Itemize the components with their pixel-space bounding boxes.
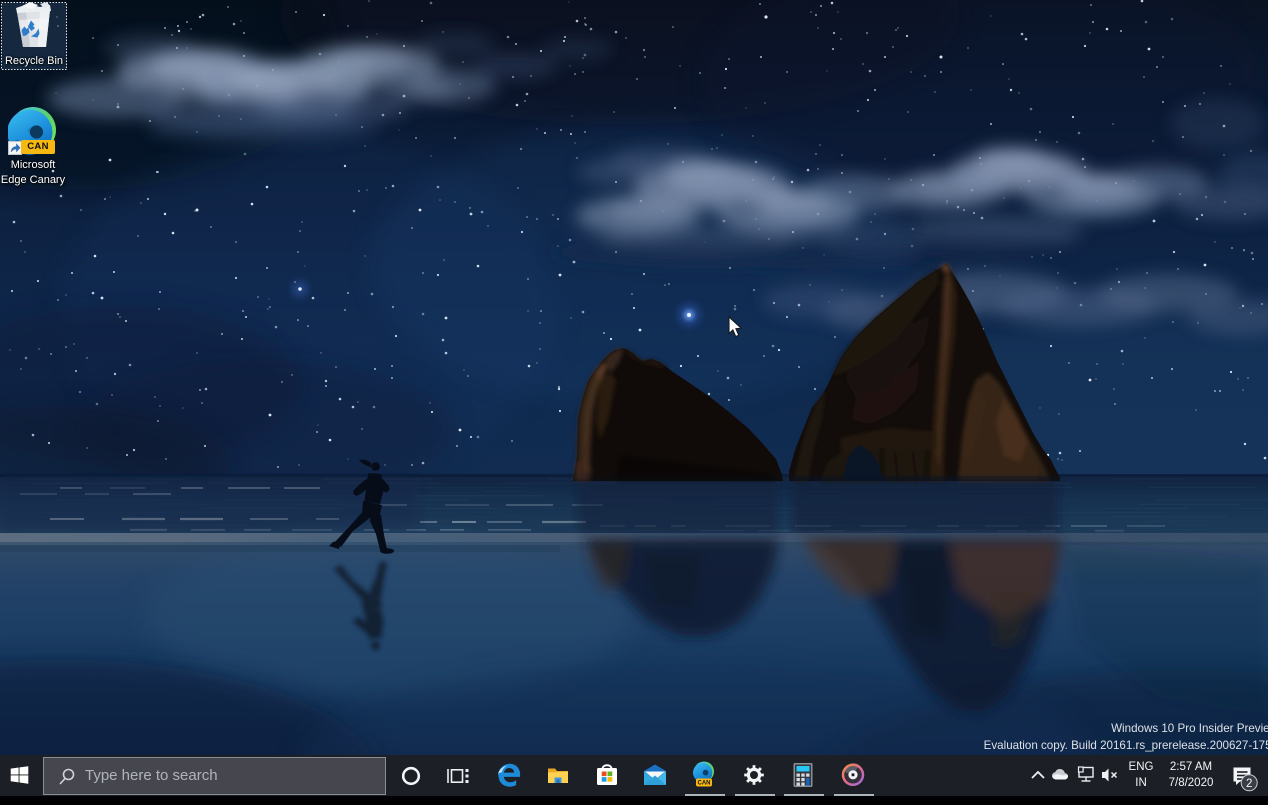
svg-text:2: 2 <box>1246 778 1252 790</box>
svg-text:CAN: CAN <box>698 781 711 787</box>
